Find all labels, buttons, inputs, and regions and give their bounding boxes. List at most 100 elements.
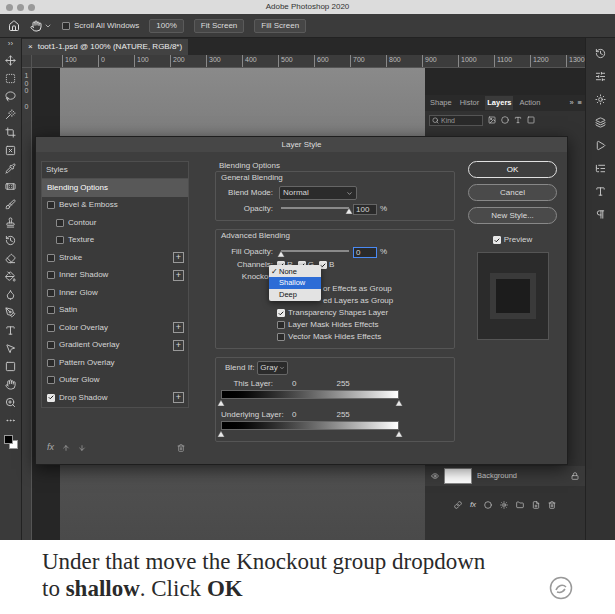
blend-option[interactable]: or Effects as Group — [221, 283, 449, 295]
options-button[interactable]: 100% — [149, 19, 183, 33]
move-down-icon[interactable] — [78, 444, 86, 452]
blend-range-bar[interactable] — [221, 390, 399, 399]
blend-option[interactable]: ed Layers as Group — [221, 295, 449, 307]
blend-option-checkbox[interactable] — [277, 333, 285, 341]
add-style-button[interactable]: + — [173, 252, 184, 263]
dialog-button[interactable]: Cancel — [468, 184, 557, 201]
blend-option-checkbox[interactable] — [277, 309, 285, 317]
range-high-handle[interactable] — [396, 400, 403, 406]
blend-if-select[interactable]: Gray — [257, 361, 287, 375]
path-select-icon[interactable] — [5, 343, 16, 354]
layer-filter[interactable]: Kind — [429, 115, 483, 126]
history-brush-icon[interactable] — [5, 235, 16, 246]
blend-range-bar[interactable] — [221, 421, 399, 430]
mask-icon[interactable] — [484, 501, 492, 509]
opacity-slider[interactable] — [281, 205, 349, 214]
new-layer-icon[interactable] — [532, 501, 540, 509]
eyedropper-icon[interactable] — [5, 163, 16, 174]
history-icon[interactable] — [595, 48, 606, 59]
panel-menu[interactable]: ≡ — [578, 97, 582, 108]
shape-filter-icon[interactable] — [527, 116, 535, 124]
document-tab[interactable]: ×toot1-1.psd @ 100% (NATURE, RGB/8*) — [22, 39, 188, 55]
adjustment-icon[interactable] — [500, 501, 508, 509]
style-row[interactable]: Bevel & Emboss — [42, 197, 188, 215]
frame-icon[interactable] — [5, 145, 16, 156]
style-checkbox[interactable] — [47, 306, 55, 314]
style-checkbox[interactable] — [47, 271, 55, 279]
slider-thumb[interactable] — [278, 251, 285, 257]
fx-button[interactable]: fx — [470, 499, 476, 511]
tab-close[interactable]: × — [28, 41, 33, 53]
actions-icon[interactable] — [595, 140, 606, 151]
range-low-handle[interactable] — [218, 431, 225, 437]
add-style-button[interactable]: + — [173, 322, 184, 333]
home-icon[interactable] — [8, 20, 20, 32]
style-checkbox[interactable] — [47, 376, 55, 384]
lasso-icon[interactable] — [5, 91, 16, 102]
brightness-icon[interactable] — [595, 94, 606, 105]
fill-opacity-slider[interactable] — [281, 248, 349, 257]
knockout-option[interactable]: Shallow — [269, 277, 321, 288]
style-row[interactable]: Outer Glow — [42, 372, 188, 390]
move-up-icon[interactable] — [62, 444, 70, 452]
hand-icon[interactable] — [30, 20, 42, 32]
blend-option-checkbox[interactable] — [277, 321, 285, 329]
blend-mode-select[interactable]: Normal — [279, 186, 357, 200]
brush-icon[interactable] — [5, 199, 16, 210]
style-row[interactable]: Texture — [42, 232, 188, 250]
toolbar-collapse[interactable]: ›› — [8, 39, 13, 48]
trash-icon[interactable] — [548, 501, 556, 509]
magic-wand-icon[interactable] — [5, 109, 16, 120]
type-icon[interactable] — [5, 325, 16, 336]
style-row[interactable]: Inner Shadow+ — [42, 267, 188, 285]
dialog-button[interactable]: OK — [468, 161, 557, 178]
link-icon[interactable] — [454, 501, 462, 509]
add-style-button[interactable]: + — [173, 340, 184, 351]
healing-icon[interactable] — [5, 181, 16, 192]
style-checkbox[interactable] — [47, 359, 55, 367]
panel-tab[interactable]: Action — [517, 96, 542, 110]
style-checkbox[interactable] — [47, 394, 55, 402]
color-swatches[interactable] — [4, 435, 18, 449]
style-row[interactable]: Stroke+ — [42, 249, 188, 267]
close-dot[interactable] — [6, 4, 13, 11]
fill-opacity-field[interactable]: 0 — [353, 247, 377, 258]
add-style-button[interactable]: + — [173, 392, 184, 403]
scroll-all-checkbox[interactable] — [62, 22, 70, 30]
style-checkbox[interactable] — [56, 236, 64, 244]
add-style-button[interactable]: + — [173, 270, 184, 281]
delete-effect-icon[interactable] — [177, 444, 185, 452]
style-row[interactable]: Blending Options — [42, 179, 188, 197]
panel-tab[interactable]: Shape — [428, 96, 454, 110]
knockout-option[interactable]: Deep — [269, 289, 321, 300]
paragraph-icon[interactable] — [595, 209, 606, 220]
style-row[interactable]: Satin — [42, 302, 188, 320]
style-row[interactable]: Pattern Overlay — [42, 354, 188, 372]
paths-icon[interactable] — [595, 163, 606, 174]
style-checkbox[interactable] — [47, 289, 55, 297]
style-checkbox[interactable] — [47, 254, 55, 262]
preview-checkbox[interactable] — [493, 236, 501, 244]
opacity-field[interactable]: 100 — [353, 204, 377, 215]
crop-icon[interactable] — [5, 127, 16, 138]
slider-thumb[interactable] — [346, 208, 353, 214]
style-checkbox[interactable] — [47, 324, 55, 332]
zoom-dot[interactable] — [28, 4, 35, 11]
stamp-icon[interactable] — [5, 217, 16, 228]
chevron-icon[interactable] — [44, 22, 52, 30]
style-row[interactable]: Inner Glow — [42, 284, 188, 302]
layers-icon[interactable] — [595, 117, 606, 128]
style-row[interactable]: Gradient Overlay+ — [42, 337, 188, 355]
character-icon[interactable] — [595, 186, 606, 197]
fx-menu[interactable]: fx — [47, 441, 54, 455]
gradient-icon[interactable] — [5, 271, 16, 282]
group-icon[interactable] — [516, 501, 524, 509]
type-filter-icon[interactable] — [514, 116, 522, 124]
shape-icon[interactable] — [5, 361, 16, 372]
adjust-icon[interactable] — [595, 71, 606, 82]
pixel-filter-icon[interactable] — [488, 116, 496, 124]
blur-icon[interactable] — [5, 289, 16, 300]
panel-tab[interactable]: Histor — [458, 96, 482, 110]
range-low-handle[interactable] — [218, 400, 225, 406]
style-checkbox[interactable] — [47, 201, 55, 209]
